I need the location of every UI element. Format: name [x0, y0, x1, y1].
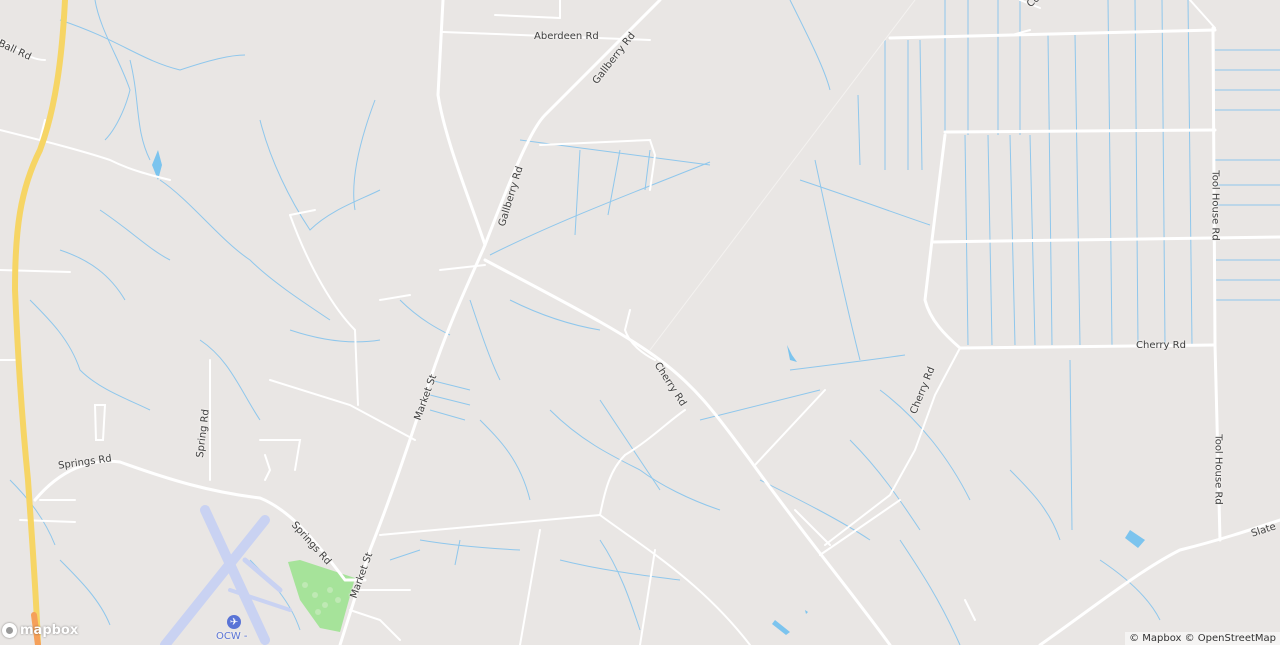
road-label-cherry-rd-east: Cherry Rd: [1136, 340, 1186, 351]
airport-label[interactable]: OCW -: [216, 631, 248, 642]
road-label-aberdeen-rd: Aberdeen Rd: [534, 31, 599, 42]
map-canvas[interactable]: Aberdeen Rd Gallberry Rd Gallberry Rd Ba…: [0, 0, 1280, 645]
highway: [11, 0, 68, 645]
mapbox-logo-icon: [2, 623, 17, 638]
map-layers: [0, 0, 1280, 645]
park-area: [288, 560, 355, 632]
minor-roads: [0, 0, 1216, 645]
road-label-tool-house-rd-south: Tool House Rd: [1212, 434, 1224, 505]
map-attribution[interactable]: © Mapbox © OpenStreetMap: [1125, 632, 1280, 645]
airplane-icon[interactable]: ✈: [227, 615, 241, 629]
mapbox-logo[interactable]: mapbox: [2, 623, 78, 638]
mapbox-logo-text: mapbox: [20, 623, 79, 638]
road-label-tool-house-rd-north: Tool House Rd: [1209, 170, 1221, 241]
